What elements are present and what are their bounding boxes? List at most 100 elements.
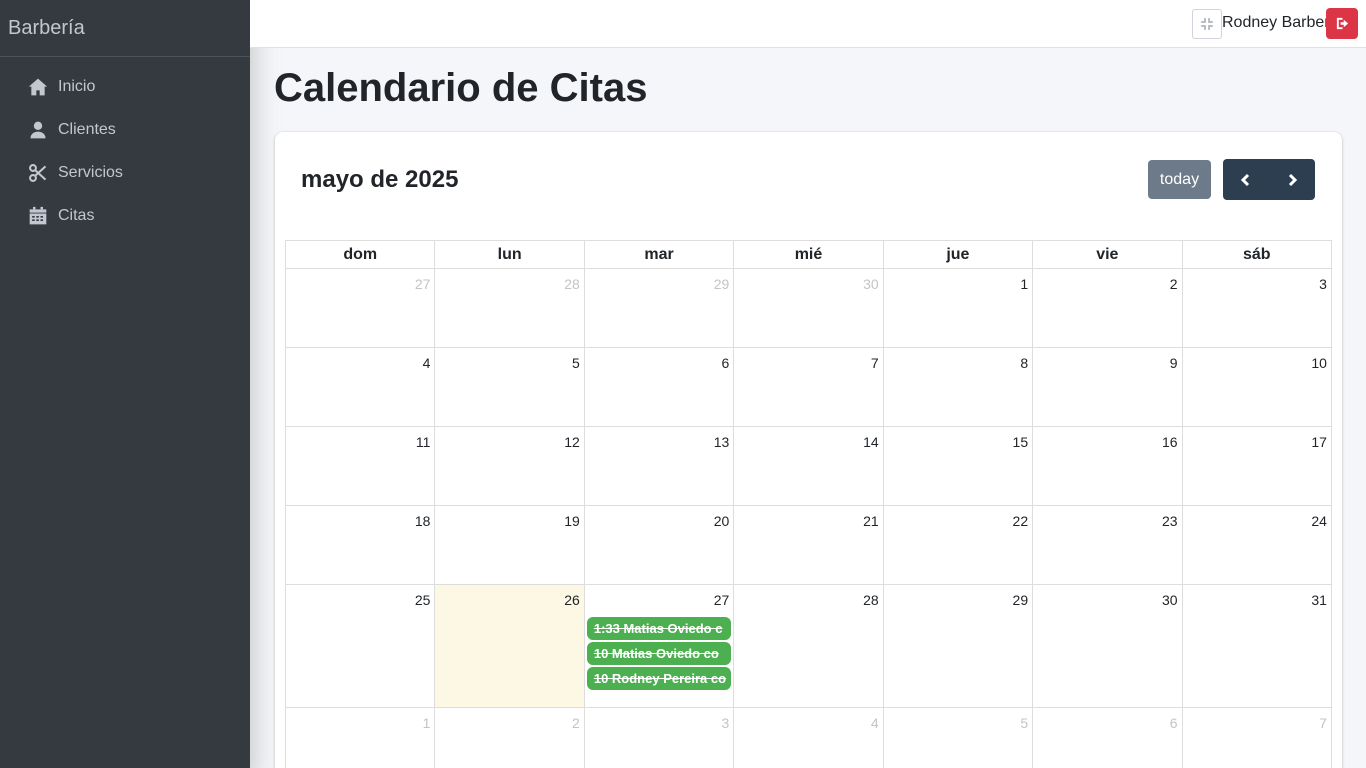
day-number[interactable]: 30 <box>863 276 879 292</box>
sidebar-item-inicio[interactable]: Inicio <box>0 65 250 108</box>
day-number[interactable]: 27 <box>714 592 730 608</box>
day-number[interactable]: 29 <box>714 276 730 292</box>
day-cell[interactable]: 5 <box>884 708 1034 768</box>
day-number[interactable]: 25 <box>415 592 431 608</box>
day-number[interactable]: 7 <box>871 355 879 371</box>
day-number[interactable]: 7 <box>1319 715 1327 731</box>
day-cell[interactable]: 4 <box>734 708 884 768</box>
user-name[interactable]: Rodney Barber <box>1222 14 1330 32</box>
day-number[interactable]: 3 <box>1319 276 1327 292</box>
day-number[interactable]: 28 <box>564 276 580 292</box>
day-cell[interactable]: 9 <box>1033 348 1183 427</box>
day-number[interactable]: 4 <box>423 355 431 371</box>
day-number[interactable]: 2 <box>572 715 580 731</box>
day-number[interactable]: 16 <box>1162 434 1178 450</box>
calendar-event[interactable]: 10 Rodney Pereira co <box>586 667 732 690</box>
day-cell[interactable]: 2 <box>435 708 585 768</box>
day-number[interactable]: 15 <box>1013 434 1029 450</box>
sidebar-item-label: Citas <box>58 206 95 224</box>
day-cell[interactable]: 20 <box>584 506 735 585</box>
day-cell[interactable]: 7 <box>1183 708 1332 768</box>
day-number[interactable]: 26 <box>564 592 580 608</box>
day-cell[interactable]: 13 <box>584 427 735 506</box>
day-cell[interactable]: 18 <box>286 506 436 585</box>
day-cell[interactable]: 15 <box>883 427 1034 506</box>
day-number[interactable]: 29 <box>1013 592 1029 608</box>
day-cell[interactable]: 4 <box>286 348 436 427</box>
day-number[interactable]: 13 <box>714 434 730 450</box>
day-cell[interactable]: 28 <box>734 585 884 708</box>
day-number[interactable]: 4 <box>871 715 879 731</box>
day-cell[interactable]: 31 <box>1182 585 1332 708</box>
day-number[interactable]: 9 <box>1170 355 1178 371</box>
day-number[interactable]: 18 <box>415 513 431 529</box>
day-number[interactable]: 30 <box>1162 592 1178 608</box>
day-number[interactable]: 11 <box>416 434 431 450</box>
day-number[interactable]: 27 <box>415 276 431 292</box>
day-number[interactable]: 17 <box>1311 434 1327 450</box>
day-number[interactable]: 21 <box>863 513 879 529</box>
day-cell[interactable]: 30 <box>734 269 884 348</box>
day-number[interactable]: 2 <box>1170 276 1178 292</box>
day-cell[interactable]: 6 <box>584 348 735 427</box>
day-number[interactable]: 20 <box>714 513 730 529</box>
day-cell[interactable]: 3 <box>585 708 735 768</box>
day-number[interactable]: 24 <box>1311 513 1327 529</box>
day-cell[interactable]: 5 <box>435 348 585 427</box>
day-number[interactable]: 5 <box>1020 715 1028 731</box>
day-cell[interactable]: 1 <box>883 269 1034 348</box>
day-cell[interactable]: 21 <box>734 506 884 585</box>
day-number[interactable]: 8 <box>1020 355 1028 371</box>
fullscreen-button[interactable] <box>1192 9 1222 39</box>
sidebar-item-citas[interactable]: Citas <box>0 194 250 237</box>
day-number[interactable]: 12 <box>564 434 580 450</box>
day-cell[interactable]: 14 <box>734 427 884 506</box>
day-cell[interactable]: 28 <box>435 269 585 348</box>
day-cell[interactable]: 27 <box>286 269 436 348</box>
day-cell-today[interactable]: 26 <box>435 585 585 708</box>
day-number[interactable]: 10 <box>1311 355 1327 371</box>
day-cell[interactable]: 23 <box>1033 506 1183 585</box>
brand-link[interactable]: Barbería <box>0 0 250 57</box>
day-number[interactable]: 31 <box>1311 592 1327 608</box>
day-number[interactable]: 19 <box>564 513 580 529</box>
day-cell[interactable]: 11 <box>286 427 436 506</box>
day-cell[interactable]: 7 <box>734 348 884 427</box>
sidebar-item-clientes[interactable]: Clientes <box>0 108 250 151</box>
day-cell[interactable]: 19 <box>435 506 585 585</box>
day-cell[interactable]: 10 <box>1182 348 1332 427</box>
sidebar-item-servicios[interactable]: Servicios <box>0 151 250 194</box>
day-number[interactable]: 1 <box>1020 276 1028 292</box>
day-cell[interactable]: 25 <box>286 585 436 708</box>
day-number[interactable]: 22 <box>1013 513 1029 529</box>
calendar-event[interactable]: 1:33 Matias Oviedo c <box>586 617 732 640</box>
day-cell[interactable]: 6 <box>1033 708 1183 768</box>
day-cell[interactable]: 2 <box>1033 269 1183 348</box>
day-cell[interactable]: 17 <box>1182 427 1332 506</box>
day-cell[interactable]: 22 <box>883 506 1034 585</box>
day-number[interactable]: 23 <box>1162 513 1178 529</box>
day-cell[interactable]: 29 <box>584 269 735 348</box>
day-number[interactable]: 6 <box>1170 715 1178 731</box>
next-month-button[interactable] <box>1269 159 1315 200</box>
sidebar-item-label: Clientes <box>58 120 116 138</box>
day-number[interactable]: 28 <box>863 592 879 608</box>
prev-month-button[interactable] <box>1223 159 1269 200</box>
calendar-event[interactable]: 10 Matias Oviedo co <box>586 642 732 665</box>
day-cell[interactable]: 29 <box>883 585 1034 708</box>
day-number[interactable]: 1 <box>423 715 431 731</box>
day-number[interactable]: 6 <box>721 355 729 371</box>
today-button[interactable]: today <box>1148 160 1211 199</box>
day-cell[interactable]: 12 <box>435 427 585 506</box>
day-number[interactable]: 14 <box>863 434 879 450</box>
day-cell[interactable]: 16 <box>1033 427 1183 506</box>
day-number[interactable]: 3 <box>721 715 729 731</box>
day-cell[interactable]: 30 <box>1033 585 1183 708</box>
day-cell[interactable]: 3 <box>1182 269 1332 348</box>
day-cell[interactable]: 1 <box>286 708 436 768</box>
day-cell[interactable]: 8 <box>883 348 1034 427</box>
day-cell[interactable]: 27 1:33 Matias Oviedo c 10 Matias Oviedo c… <box>584 585 735 708</box>
day-cell[interactable]: 24 <box>1182 506 1332 585</box>
day-number[interactable]: 5 <box>572 355 580 371</box>
logout-button[interactable] <box>1326 8 1358 39</box>
